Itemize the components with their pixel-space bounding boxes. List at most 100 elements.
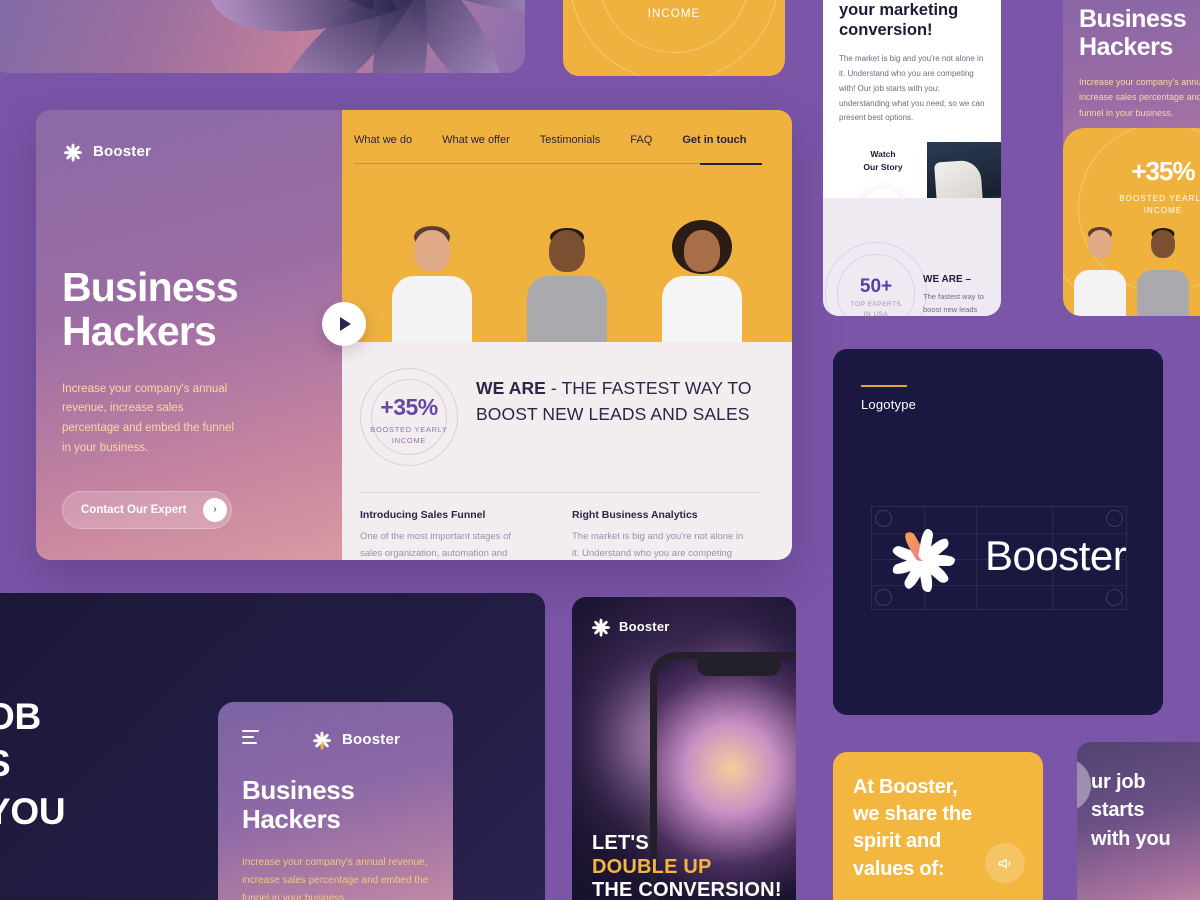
edge-stat-panel: +35% BOOSTED YEARLY INCOME	[1063, 128, 1200, 316]
watch-label-line1: Watch	[870, 149, 896, 160]
dark-line2: S	[0, 743, 11, 784]
edge-stat-value: +35%	[1131, 156, 1195, 186]
values-card: At Booster, we share the spirit and valu…	[833, 752, 1043, 900]
contact-expert-button[interactable]: Contact Our Expert ›	[62, 490, 232, 529]
app-brand-logo[interactable]: Booster	[311, 728, 400, 750]
page-title: Business Hackers	[62, 264, 316, 354]
app-title-line2: Hackers	[242, 804, 341, 835]
team-member-photo	[656, 220, 748, 342]
app-header: Booster	[218, 702, 453, 750]
nav-item-what-we-offer[interactable]: What we offer	[442, 134, 510, 146]
edge-description: Increase your company's annual revenue, …	[1079, 77, 1200, 118]
logotype-label: Logotype	[861, 397, 917, 412]
feature-title: Introducing Sales Funnel	[360, 509, 486, 521]
phone-mockup-card: Booster LET'S DOUBLE UP THE CONVERSION!	[572, 597, 796, 900]
stat-caption-line2: INCOME	[647, 7, 701, 20]
logotype-card: Logotype Booster	[833, 349, 1163, 715]
hero-title-line2: Hackers	[62, 307, 217, 354]
nav-list: What we do What we offer Testimonials FA…	[354, 134, 762, 146]
nav-item-what-we-do[interactable]: What we do	[354, 134, 412, 146]
swirl-graphic-card	[0, 0, 525, 73]
phone-brand-name: Booster	[619, 618, 670, 634]
values-line2: we share the	[853, 803, 972, 826]
megaphone-icon	[985, 843, 1025, 883]
section-divider	[360, 492, 762, 493]
hero-description: Increase your company's annual revenue, …	[62, 382, 234, 455]
dark-line1: OB	[0, 696, 41, 737]
portfolio-showcase: +35% BOOSTED YEARLY INCOME Booster Busin…	[0, 0, 1200, 900]
phone-caption: LET'S DOUBLE UP THE CONVERSION!	[592, 832, 782, 900]
team-member-photo	[521, 224, 613, 342]
booster-pinwheel-icon	[311, 728, 333, 750]
edge-hero-card: Business Hackers Increase your company's…	[1063, 0, 1200, 316]
job-starts-card: ur job starts with you →	[1077, 742, 1200, 900]
job-line1: ur job	[1091, 771, 1146, 793]
booster-pinwheel-icon	[590, 615, 612, 637]
booster-pinwheel-icon-large	[885, 517, 961, 593]
boost-stat-circle: +35% BOOSTED YEARLY INCOME	[360, 368, 458, 466]
hero-right-panel: What we do What we offer Testimonials FA…	[342, 110, 792, 560]
hero-landing-card: Booster Business Hackers Increase your c…	[36, 110, 792, 560]
we-are-headline: WE ARE - THE FASTEST WAY TO BOOST NEW LE…	[476, 368, 762, 428]
feature-columns: Introducing Sales Funnel One of the most…	[360, 509, 762, 560]
stat-caption-line1: BOOSTED YEARLY	[614, 0, 733, 3]
app-description: Increase your company's annual revenue, …	[242, 857, 429, 900]
marketing-story-card: your marketing conversion! The market is…	[823, 0, 1001, 316]
nav-underline	[354, 162, 762, 165]
story-heading: your marketing conversion!	[823, 0, 1001, 40]
feature-business-analytics: Right Business Analytics The market is b…	[572, 509, 744, 560]
job-line3: with you	[1091, 827, 1171, 850]
nav-item-get-in-touch[interactable]: Get in touch	[682, 134, 746, 146]
hamburger-menu-icon[interactable]	[242, 730, 259, 748]
job-line2: starts	[1091, 799, 1145, 822]
edge-title: Business Hackers	[1063, 0, 1200, 61]
hero-left-panel: Booster Business Hackers Increase your c…	[36, 110, 342, 560]
logotype-wordmark: Booster	[985, 532, 1127, 579]
team-member-photo	[386, 224, 478, 342]
values-line1: At Booster,	[853, 776, 958, 798]
pinwheel-graphic	[185, 0, 525, 73]
edge-stat-line2: INCOME	[1143, 205, 1183, 215]
dark-line3: YOU	[0, 790, 66, 832]
mobile-app-card: Booster Business Hackers Increase your c…	[218, 702, 453, 900]
hero-play-button[interactable]	[322, 302, 366, 346]
brand-logo[interactable]: Booster	[62, 140, 316, 162]
story-heading-line1: your marketing	[839, 1, 959, 19]
team-photo-band	[342, 216, 792, 342]
decorative-ring	[371, 379, 447, 455]
feature-sales-funnel: Introducing Sales Funnel One of the most…	[360, 509, 532, 560]
nav-item-faq[interactable]: FAQ	[630, 134, 652, 146]
chevron-right-icon: ›	[203, 497, 227, 522]
experts-stat-circle: 50+ TOP EXPERTS IN USA	[825, 242, 927, 316]
phone-caption-line1: LET'S	[592, 832, 649, 855]
feature-body: The market is big and you're not alone i…	[572, 531, 744, 559]
edge-team-photos	[1063, 220, 1200, 316]
team-member-photo	[1071, 226, 1129, 316]
hero-title-line1: Business	[62, 264, 239, 310]
app-title-line1: Business	[242, 775, 355, 805]
phone-caption-line2: DOUBLE UP	[592, 855, 712, 878]
job-text: ur job starts with you	[1077, 742, 1200, 853]
top-stat-card: +35% BOOSTED YEARLY INCOME	[563, 0, 785, 76]
edge-stat-line1: BOOSTED YEARLY	[1119, 194, 1200, 203]
navigation-bar: What we do What we offer Testimonials FA…	[342, 110, 792, 216]
story-heading-line2: conversion!	[839, 21, 933, 40]
watch-label-line2: Our Story	[863, 162, 903, 173]
feature-body: One of the most important stages of sale…	[360, 531, 512, 559]
story-experts-panel: 50+ TOP EXPERTS IN USA WE ARE – The fast…	[823, 198, 1001, 316]
label-rule	[861, 385, 907, 387]
phone-brand-logo[interactable]: Booster	[590, 615, 670, 637]
edge-title-line2: Hackers	[1079, 32, 1173, 61]
stats-panel: +35% BOOSTED YEARLY INCOME WE ARE - THE …	[342, 342, 792, 560]
we-are-body: The fastest way to boost new leads and s…	[923, 292, 984, 314]
booster-pinwheel-icon	[62, 140, 84, 162]
we-are-bold: WE ARE	[476, 378, 546, 398]
app-title: Business Hackers	[218, 750, 453, 834]
phone-notch	[697, 659, 781, 676]
nav-item-testimonials[interactable]: Testimonials	[540, 134, 601, 146]
app-brand-name: Booster	[342, 730, 401, 748]
team-member-photo	[1197, 226, 1200, 316]
phone-caption-line3: THE CONVERSION!	[592, 879, 782, 900]
values-line3: spirit and	[853, 830, 942, 853]
play-icon	[340, 317, 351, 331]
